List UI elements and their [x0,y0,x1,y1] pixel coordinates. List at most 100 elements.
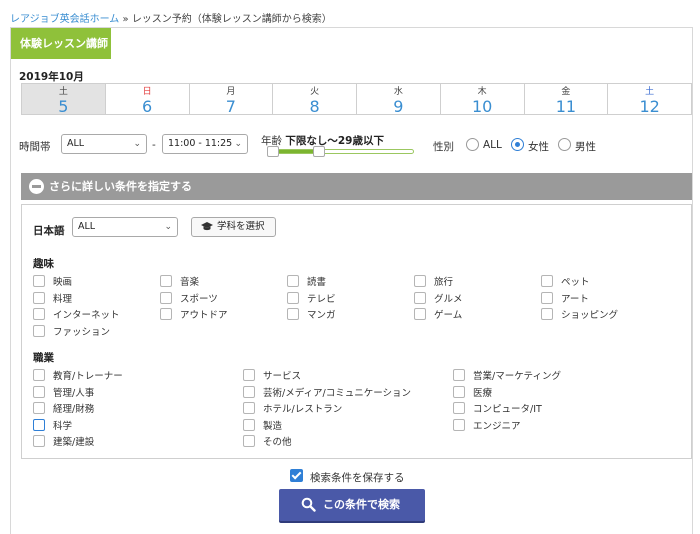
job-checkbox[interactable] [33,385,45,398]
hobby-checkbox-label: 音楽 [180,277,200,288]
collapse-minus-icon [29,179,44,194]
day-cell[interactable]: 金 11 [525,84,609,116]
hobby-checkbox-label: スポーツ [180,293,218,305]
japanese-label: 日本語 [33,225,65,237]
panel-tag: 体験レッスン講師 [11,28,111,59]
breadcrumb-home-link[interactable]: レアジョブ英会話ホーム [10,14,119,25]
hobby-checkbox[interactable] [33,324,45,337]
job-checkbox-label: 教育/トレーナー [53,371,123,382]
hobby-checkbox[interactable] [287,275,299,287]
job-checkbox[interactable] [243,418,255,431]
job-checkbox[interactable] [33,418,45,431]
hobby-checkbox-label: ファッション [53,326,111,338]
gender-option-label: 女性 [528,141,549,153]
breadcrumb-current: レッスン予約（体験レッスン講師から検索） [131,14,332,25]
advanced-filter-label: さらに詳しい条件を指定する [49,180,192,193]
day-date: 12 [639,97,660,116]
breadcrumb-separator: » [122,14,129,25]
job-checkbox[interactable] [453,418,465,431]
hobby-checkbox[interactable] [541,291,553,304]
gender-radio-female[interactable] [511,138,524,151]
calendar-month: 2019年10月 [19,71,84,83]
date-selector: 土5 日6 月7 火8 水9 木 10 金 11 土 12 [21,83,692,115]
day-date: 5 [58,97,69,116]
search-panel: 体験レッスン講師 2019年10月 土5 日6 月7 火8 水9 木 10 金 11… [10,27,693,534]
hobby-checkbox-label: テレビ [307,293,336,305]
job-checkbox[interactable] [453,402,465,414]
day-cell[interactable]: 土 12 [608,84,691,116]
gender-option-label: 男性 [575,141,596,153]
job-checkbox[interactable] [33,402,45,414]
day-date: 7 [225,97,236,116]
job-checkbox[interactable] [33,369,45,381]
hobby-checkbox[interactable] [33,275,45,287]
time-from-select[interactable]: ALL ⌄ [61,134,147,154]
job-checkbox[interactable] [243,435,255,447]
day-cell[interactable]: 日6 [106,84,190,116]
hobby-checkbox[interactable] [160,275,172,287]
job-checkbox-label: ホテル/レストラン [263,404,343,415]
job-checkbox[interactable] [453,369,465,381]
gender-option-label: ALL [483,139,502,151]
day-cell[interactable]: 木 10 [441,84,525,116]
hobby-checkbox-label: ゲーム [434,310,463,321]
job-checkbox[interactable] [243,402,255,414]
hobby-checkbox[interactable] [541,275,553,287]
gender-radio-all[interactable] [466,138,479,151]
job-checkbox-label: 経理/財務 [53,404,95,415]
day-cell[interactable]: 月7 [190,84,274,116]
hobby-checkbox[interactable] [287,291,299,304]
day-cell[interactable]: 土5 [22,84,106,116]
hobby-checkbox[interactable] [160,291,172,304]
hobby-checkbox[interactable] [160,308,172,320]
hobby-checkbox-label: グルメ [434,293,463,305]
hobby-checkbox-label: アート [561,293,589,305]
hobby-checkbox[interactable] [414,308,426,320]
chevron-down-icon: ⌄ [133,139,141,149]
job-checkbox-label: 管理/人事 [53,387,95,399]
day-cell[interactable]: 水9 [357,84,441,115]
advanced-filter-box [21,204,692,459]
hobby-title: 趣味 [33,258,54,270]
gender-radio-male[interactable] [558,138,571,151]
job-title: 職業 [33,352,54,364]
chevron-down-icon: ⌄ [234,139,242,149]
search-button[interactable]: この条件で検索 [279,489,425,521]
job-checkbox[interactable] [33,435,45,447]
job-checkbox-label: 営業/マーケティング [473,371,561,382]
job-checkbox[interactable] [243,369,255,381]
age-slider-max-handle[interactable] [313,146,326,157]
day-date: 10 [471,97,493,116]
day-date: 11 [555,97,577,116]
hobby-checkbox[interactable] [414,275,426,287]
search-button-label: この条件で検索 [323,498,400,511]
advanced-filter-toggle[interactable]: さらに詳しい条件を指定する [21,173,692,200]
chevron-down-icon: ⌄ [164,222,172,232]
time-from-value: ALL [67,138,85,149]
hobby-checkbox[interactable] [33,308,45,320]
hobby-checkbox[interactable] [287,308,299,320]
job-checkbox-label: 製造 [263,420,283,432]
day-cell[interactable]: 火8 [273,84,357,115]
save-conditions-checkbox[interactable] [290,469,303,482]
hobby-checkbox-label: アウトドア [180,310,228,321]
select-major-label: 学科を選択 [217,221,265,232]
day-date: 6 [142,97,153,116]
hobby-checkbox[interactable] [414,291,426,304]
breadcrumb: レアジョブ英会話ホーム » レッスン予約（体験レッスン講師から検索） [10,10,332,25]
hobby-checkbox[interactable] [541,308,553,320]
save-conditions-label: 検索条件を保存する [310,472,405,484]
job-checkbox[interactable] [243,385,255,398]
select-major-button[interactable]: 学科を選択 [191,217,276,237]
hobby-checkbox-label: 映画 [53,277,73,288]
job-checkbox[interactable] [453,385,465,398]
japanese-select[interactable]: ALL ⌄ [72,217,178,237]
time-to-select[interactable]: 11:00 - 11:25 ⌄ [162,134,248,154]
age-slider-min-handle[interactable] [267,146,279,157]
age-slider-track[interactable] [268,149,414,154]
hobby-checkbox[interactable] [33,291,45,304]
job-checkbox-label: 芸術/メディア/コミュニケーション [263,387,412,399]
job-checkbox-label: コンピュータ/IT [473,404,542,415]
job-checkbox-label: その他 [263,437,292,448]
time-to-value: 11:00 - 11:25 [168,138,233,149]
